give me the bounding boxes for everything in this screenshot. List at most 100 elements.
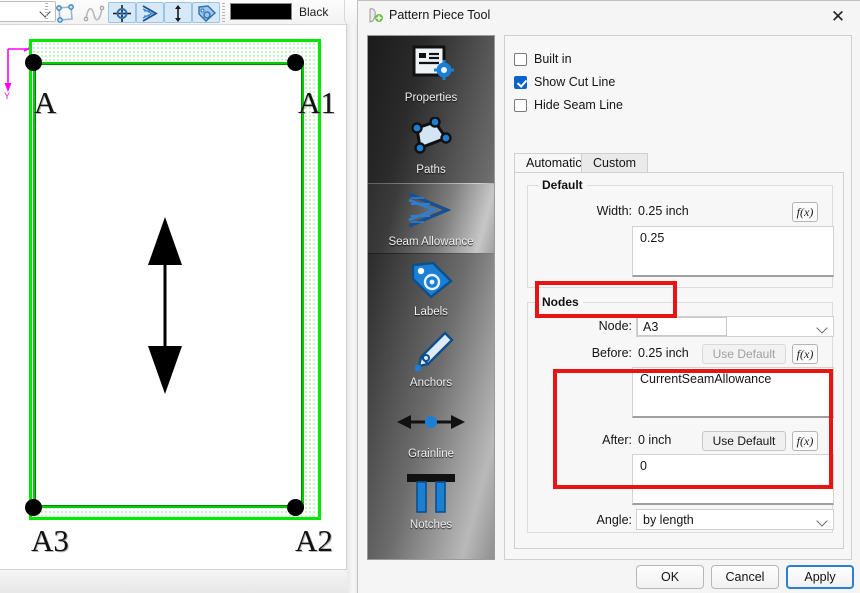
dialog-body: Properties Paths Seam Allowance Labels A… bbox=[358, 32, 860, 560]
sidebar-item-properties[interactable]: Properties bbox=[368, 40, 494, 112]
grainline-icon bbox=[395, 396, 467, 448]
after-use-default-button[interactable]: Use Default bbox=[702, 431, 786, 451]
sidebar-item-paths[interactable]: Paths bbox=[368, 112, 494, 183]
before-formula-text: CurrentSeamAllowance bbox=[640, 372, 772, 386]
sidebar-item-grainline[interactable]: Grainline bbox=[368, 396, 494, 467]
before-use-default-button[interactable]: Use Default bbox=[702, 344, 786, 364]
node-label-a3: A3 bbox=[31, 523, 69, 558]
default-group-title: Default bbox=[538, 178, 587, 192]
node-combo-value: A3 bbox=[643, 320, 659, 334]
checkbox-show-cut-line[interactable]: Show Cut Line bbox=[514, 72, 615, 92]
width-fx-button[interactable]: f(x) bbox=[792, 202, 818, 222]
ok-button[interactable]: OK bbox=[636, 565, 704, 589]
apply-button[interactable]: Apply bbox=[786, 565, 854, 589]
toolbar-separator bbox=[45, 3, 48, 22]
width-value: 0.25 inch bbox=[638, 204, 689, 218]
grainline-icon[interactable] bbox=[164, 2, 192, 23]
svg-text:Y: Y bbox=[4, 91, 10, 99]
after-row: After: 0 inch Use Default f(x) bbox=[528, 431, 834, 451]
sidebar-item-notches[interactable]: Notches bbox=[368, 467, 494, 542]
checkbox-box-built-in[interactable] bbox=[514, 52, 527, 66]
application-canvas-area: Black Y A A1 A3 A2 bbox=[0, 0, 360, 593]
canvas-bottom-border bbox=[0, 569, 347, 593]
chevron-down-icon[interactable] bbox=[816, 322, 828, 334]
width-formula-input[interactable]: 0.25 bbox=[632, 226, 834, 277]
pattern-canvas[interactable]: Y A A1 A3 A2 bbox=[0, 25, 346, 569]
checkbox-box-show-cut-line[interactable] bbox=[514, 75, 527, 89]
anchors-icon bbox=[407, 325, 455, 377]
node-combo[interactable]: A3 bbox=[636, 316, 834, 337]
checkbox-label-built-in: Built in bbox=[534, 52, 572, 66]
sidebar-item-anchors[interactable]: Anchors bbox=[368, 325, 494, 396]
toolbar-separator-2 bbox=[222, 3, 225, 22]
before-fx-button[interactable]: f(x) bbox=[792, 344, 818, 364]
before-formula-input[interactable]: CurrentSeamAllowance bbox=[632, 367, 834, 418]
curve-tool-icon[interactable] bbox=[80, 2, 108, 23]
angle-combo-value: by length bbox=[643, 513, 694, 527]
sidebar-label-labels: Labels bbox=[414, 306, 448, 318]
sidebar-label-properties: Properties bbox=[404, 92, 458, 104]
pattern-piece-icon bbox=[367, 7, 385, 25]
node-point-a[interactable] bbox=[25, 54, 42, 71]
width-row: Width: 0.25 inch f(x) bbox=[528, 202, 834, 222]
labels-icon bbox=[407, 254, 455, 306]
node-label-a1: A1 bbox=[298, 85, 336, 120]
dialog-title: Pattern Piece Tool bbox=[389, 8, 491, 22]
before-label: Before: bbox=[591, 346, 632, 360]
node-label-a: A bbox=[34, 85, 57, 120]
checkbox-label-hide-seam-line: Hide Seam Line bbox=[534, 98, 623, 112]
sidebar-label-anchors: Anchors bbox=[409, 377, 453, 389]
color-label: Black bbox=[299, 5, 329, 19]
checkbox-built-in[interactable]: Built in bbox=[514, 49, 572, 69]
sidebar-item-seam-allowance[interactable]: Seam Allowance bbox=[368, 183, 494, 254]
node-point-a1[interactable] bbox=[287, 54, 304, 71]
checkbox-hide-seam-line[interactable]: Hide Seam Line bbox=[514, 95, 623, 115]
after-formula-input[interactable]: 0 bbox=[632, 454, 834, 505]
default-group: Default Width: 0.25 inch f(x) 0.25 bbox=[527, 178, 834, 288]
screenshot-root: Black Y A A1 A3 A2 Pattern Piece Tool ✕ … bbox=[0, 0, 860, 593]
tab-strip: Automatic Custom bbox=[514, 153, 844, 173]
before-row: Before: 0.25 inch Use Default f(x) bbox=[528, 344, 834, 364]
after-value: 0 inch bbox=[638, 433, 672, 447]
dialog-title-bar: Pattern Piece Tool ✕ bbox=[358, 1, 860, 32]
after-fx-button[interactable]: f(x) bbox=[792, 431, 818, 451]
seam-allowance-icon bbox=[401, 184, 461, 236]
label-tag-icon[interactable] bbox=[192, 2, 220, 23]
add-pattern-piece-icon[interactable] bbox=[52, 2, 80, 23]
seam-allowance-panel: Built in Show Cut Line Hide Seam Line Au… bbox=[504, 35, 852, 560]
angle-combo[interactable]: by length bbox=[636, 509, 834, 530]
sidebar-label-paths: Paths bbox=[416, 164, 446, 176]
sidebar-item-labels[interactable]: Labels bbox=[368, 254, 494, 325]
width-label: Width: bbox=[596, 204, 632, 218]
checkbox-label-show-cut-line: Show Cut Line bbox=[534, 75, 616, 89]
after-formula-text: 0 bbox=[640, 459, 647, 473]
node-point-a2[interactable] bbox=[287, 499, 304, 516]
notches-icon bbox=[403, 467, 459, 519]
sidebar-label-notches: Notches bbox=[409, 519, 453, 531]
node-point-a3[interactable] bbox=[25, 499, 42, 516]
tab-custom[interactable]: Custom bbox=[581, 153, 649, 173]
after-label: After: bbox=[602, 433, 632, 447]
width-formula-text: 0.25 bbox=[640, 231, 665, 245]
grainline-arrow[interactable] bbox=[139, 217, 191, 394]
dialog-footer: OK Cancel Apply bbox=[358, 555, 860, 593]
nodes-group-title: Nodes bbox=[538, 295, 583, 309]
anchor-point-icon[interactable] bbox=[108, 2, 136, 23]
seam-allowance-icon[interactable] bbox=[136, 2, 164, 23]
node-label-a2: A2 bbox=[295, 523, 333, 558]
paths-icon bbox=[408, 112, 454, 164]
close-icon[interactable]: ✕ bbox=[817, 1, 859, 32]
pattern-piece-tool-dialog: Pattern Piece Tool ✕ Properties Paths Se… bbox=[357, 0, 860, 593]
angle-label: Angle: bbox=[596, 513, 632, 527]
checkbox-box-hide-seam-line[interactable] bbox=[514, 98, 527, 112]
nodes-group: Nodes Node: A3 Before: 0.25 inch Use Def… bbox=[527, 295, 834, 533]
node-label: Node: bbox=[598, 319, 632, 333]
sidebar-label-seam-allowance: Seam Allowance bbox=[388, 236, 474, 248]
cancel-button[interactable]: Cancel bbox=[711, 565, 779, 589]
main-toolbar: Black bbox=[0, 0, 360, 25]
properties-icon bbox=[408, 40, 454, 92]
before-value: 0.25 inch bbox=[638, 346, 689, 360]
tab-pane-automatic: Default Width: 0.25 inch f(x) 0.25 Nodes bbox=[514, 172, 844, 549]
color-swatch[interactable] bbox=[230, 3, 292, 20]
chevron-down-icon[interactable] bbox=[816, 515, 828, 527]
